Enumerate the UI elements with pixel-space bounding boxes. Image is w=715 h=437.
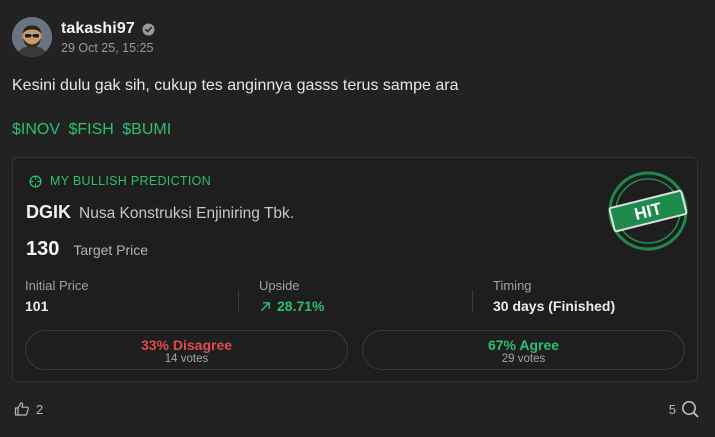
- prediction-card[interactable]: MY BULLISH PREDICTION DGIK Nusa Konstruk…: [12, 157, 698, 382]
- agree-label: 67% Agree: [487, 337, 560, 353]
- target-price-value: 130: [26, 238, 60, 260]
- upside-stat: Upside 28.71%: [259, 278, 324, 314]
- timing-value: 30 days (Finished): [493, 298, 616, 314]
- timing-stat: Timing 30 days (Finished): [493, 278, 615, 314]
- like-count: 2: [36, 401, 44, 417]
- upside-value-row: 28.71%: [259, 298, 324, 314]
- target-icon: [29, 174, 42, 188]
- avatar-image: [12, 17, 52, 57]
- ticker-link[interactable]: $INOV: [12, 121, 60, 138]
- timing-label: Timing: [493, 278, 532, 293]
- reply-count: 5: [668, 401, 676, 417]
- post-timestamp: 29 Oct 25, 15:25: [61, 41, 154, 55]
- like-button[interactable]: 2: [14, 401, 43, 417]
- disagree-label: 33% Disagree: [140, 337, 233, 353]
- arrow-up-right-icon: [261, 301, 270, 311]
- target-price-label: Target Price: [73, 242, 149, 258]
- thumbs-up-icon: [14, 402, 29, 416]
- search-comment-icon: [682, 401, 699, 418]
- vote-row: 33% Disagree 14 votes 67% Agree 29 votes: [25, 330, 685, 370]
- prediction-label: MY BULLISH PREDICTION: [50, 174, 211, 188]
- check-badge-icon: [142, 22, 155, 36]
- stat-divider: [472, 290, 473, 312]
- stock-name: Nusa Konstruksi Enjiniring Tbk.: [79, 205, 295, 222]
- name-row: takashi97: [61, 20, 155, 38]
- agree-votes: 29 votes: [501, 353, 546, 365]
- target-row: 130 Target Price: [26, 238, 148, 261]
- post-body: Kesini dulu gak sih, cukup tes anginnya …: [12, 77, 459, 94]
- reply-button[interactable]: 5: [669, 400, 699, 418]
- prediction-stats: Initial Price 101 Upside 28.71% Timing 3…: [25, 278, 685, 314]
- agree-button[interactable]: 67% Agree 29 votes: [362, 330, 685, 370]
- prediction-label-row: MY BULLISH PREDICTION: [29, 174, 211, 188]
- user-meta: takashi97 29 Oct 25, 15:25: [61, 20, 155, 55]
- post-header: takashi97 29 Oct 25, 15:25: [12, 17, 155, 57]
- disagree-votes: 14 votes: [164, 353, 209, 365]
- initial-price-label: Initial Price: [25, 278, 89, 293]
- stock-code[interactable]: DGIK: [26, 202, 71, 223]
- avatar[interactable]: [12, 17, 52, 57]
- stat-divider: [238, 290, 239, 312]
- stock-row: DGIK Nusa Konstruksi Enjiniring Tbk.: [26, 202, 294, 223]
- ticker-link[interactable]: $FISH: [68, 121, 113, 138]
- initial-price-stat: Initial Price 101: [25, 278, 89, 314]
- username[interactable]: takashi97: [61, 20, 135, 38]
- ticker-link[interactable]: $BUMI: [122, 121, 171, 138]
- upside-value: 28.71%: [277, 298, 325, 314]
- post: takashi97 29 Oct 25, 15:25 Kesini dulu g…: [0, 0, 715, 437]
- disagree-button[interactable]: 33% Disagree 14 votes: [25, 330, 348, 370]
- initial-price-value: 101: [25, 298, 49, 314]
- upside-label: Upside: [259, 278, 300, 293]
- hit-stamp: HIT: [608, 171, 688, 251]
- ticker-list: $INOV $FISH $BUMI: [12, 121, 175, 139]
